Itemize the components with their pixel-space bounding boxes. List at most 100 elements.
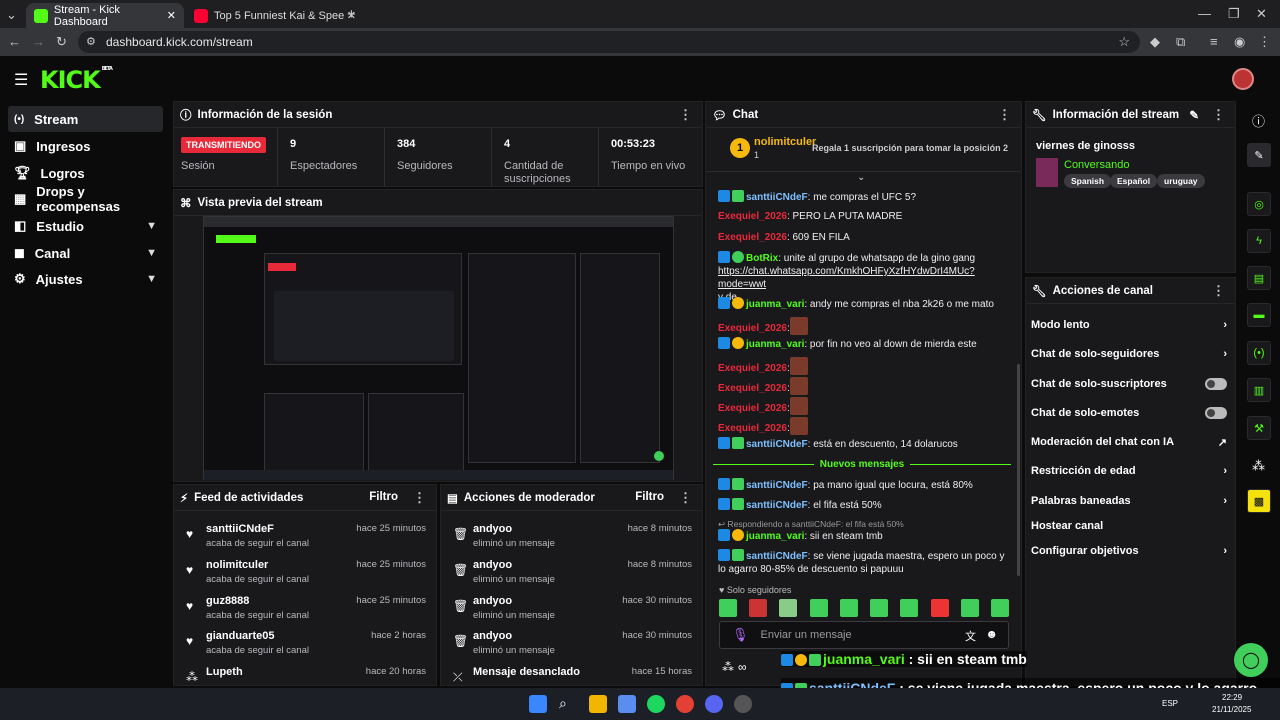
tab-youtube[interactable]: Top 5 Funniest Kai & Speed Mo ✕ <box>186 3 362 28</box>
profile-icon[interactable]: ◉ <box>1234 34 1245 50</box>
list-item[interactable]: ⤫ Mensaje desanclado hace 15 horas <box>441 662 702 685</box>
close-icon[interactable]: ✕ <box>167 9 176 22</box>
emote-button[interactable] <box>839 599 858 617</box>
emote-button[interactable] <box>990 599 1009 617</box>
maximize-icon[interactable]: ❐ <box>1228 6 1240 22</box>
kick-app-icon[interactable]: ◯ <box>1234 643 1268 677</box>
camera-icon[interactable]: ◎ <box>1247 192 1271 216</box>
kebab-menu-icon[interactable]: ⋮ <box>413 490 426 506</box>
edit-pencil-icon[interactable]: ✎ <box>1189 108 1199 122</box>
file-explorer-icon[interactable] <box>589 695 607 713</box>
sparkle-icon[interactable]: ⁂ <box>722 660 734 674</box>
back-icon[interactable]: ← <box>8 34 21 49</box>
filter-button[interactable]: Filtro <box>369 491 398 503</box>
list-item[interactable]: ♥ gianduarte05 acaba de seguir el canal hac… <box>174 626 436 662</box>
document-icon[interactable]: ▤ <box>1247 266 1271 290</box>
wrench-icon[interactable]: ⚒ <box>1247 416 1271 440</box>
sidebar-item-ingresos[interactable]: ▣ Ingresos <box>8 133 163 159</box>
discord-icon[interactable] <box>705 695 723 713</box>
sidebar-item-ajustes[interactable]: ⚙ Ajustes ▼ <box>8 266 163 292</box>
emote-button[interactable] <box>930 599 949 617</box>
start-icon[interactable] <box>529 695 547 713</box>
menu-icon[interactable]: ⋮ <box>1258 34 1271 50</box>
slow-mode-action[interactable]: Modo lento › <box>1031 319 1227 331</box>
emote-button[interactable] <box>779 599 798 617</box>
emote-button[interactable] <box>900 599 919 617</box>
chat-bubble-icon[interactable]: ▬ <box>1247 303 1271 327</box>
tag[interactable]: uruguay <box>1157 174 1205 188</box>
microphone-icon[interactable]: 🎙︎ <box>732 627 749 643</box>
chrome-icon[interactable] <box>676 695 694 713</box>
sparkle-icon[interactable]: ⁂ <box>1252 458 1265 474</box>
list-item[interactable]: 🗑︎ andyoo eliminó un mensaje hace 30 minuto… <box>441 591 702 627</box>
sidebar-item-logros[interactable]: 🏆︎ Logros <box>8 160 163 186</box>
kebab-menu-icon[interactable]: ⋮ <box>679 490 692 506</box>
sidebar-item-stream[interactable]: (•) Stream <box>8 106 163 132</box>
category-link[interactable]: Conversando <box>1064 159 1129 171</box>
translate-icon[interactable]: 文 <box>965 628 976 644</box>
info-icon[interactable]: ⓘ <box>1252 111 1265 130</box>
subscribers-only-toggle[interactable]: Chat de solo-suscriptores <box>1031 378 1227 390</box>
kebab-menu-icon[interactable]: ⋮ <box>1212 283 1225 299</box>
edit-pencil-icon[interactable]: ✎ <box>1247 143 1271 167</box>
new-tab-icon[interactable]: + <box>347 6 356 23</box>
banned-words-action[interactable]: Palabras baneadas › <box>1031 495 1227 507</box>
extension-icon[interactable]: ◆ <box>1150 34 1160 50</box>
chat-scrollbar[interactable] <box>1017 364 1020 576</box>
emote-button[interactable] <box>870 599 889 617</box>
kebab-menu-icon[interactable]: ⋮ <box>1212 107 1225 123</box>
goals-action[interactable]: Configurar objetivos › <box>1031 545 1227 557</box>
sidebar-item-canal[interactable]: ◼ Canal ▼ <box>8 240 163 266</box>
hamburger-menu-icon[interactable]: ☰ <box>14 70 28 90</box>
emoji-icon[interactable]: ☻ <box>985 627 998 641</box>
kick-logo[interactable]: KICK BETA <box>40 66 113 94</box>
list-item[interactable]: 🗑︎ andyoo eliminó un mensaje hace 30 minuto… <box>441 626 702 662</box>
toggle-switch[interactable] <box>1205 378 1227 390</box>
avatar[interactable] <box>1232 68 1254 90</box>
stream-preview-video[interactable] <box>203 216 674 480</box>
url-input[interactable]: ⚙ dashboard.kick.com/stream ☆ <box>78 31 1140 53</box>
reload-icon[interactable]: ↻ <box>56 34 67 50</box>
emote-button[interactable] <box>719 599 737 617</box>
minimize-icon[interactable]: — <box>1198 6 1211 21</box>
toggle-switch[interactable] <box>1205 407 1227 419</box>
ai-moderation-action[interactable]: Moderación del chat con IA ↗ <box>1031 436 1227 449</box>
emotes-only-toggle[interactable]: Chat de solo-emotes <box>1031 407 1227 419</box>
emote-button[interactable] <box>749 599 768 617</box>
chat-input[interactable]: 🎙︎ Enviar un mensaje 文 ☻ <box>719 621 1009 649</box>
keyboard-language[interactable]: ESP <box>1162 699 1178 708</box>
tab-search-icon[interactable]: ⌄ <box>6 7 17 23</box>
list-item[interactable]: 🗑︎ andyoo eliminó un mensaje hace 8 minutos <box>441 555 702 591</box>
clock-time[interactable]: 22:29 <box>1222 693 1242 702</box>
site-info-icon[interactable]: ⚙ <box>86 35 96 48</box>
lightning-icon[interactable]: ϟ <box>1247 229 1271 253</box>
list-item[interactable]: 🗑︎ andyoo eliminó un mensaje hace 8 minutos <box>441 519 702 555</box>
emote-button[interactable] <box>960 599 979 617</box>
obs-icon[interactable] <box>734 695 752 713</box>
followers-only-action[interactable]: Chat de solo-seguidores › <box>1031 348 1227 360</box>
tab-kick-dashboard[interactable]: Stream - Kick Dashboard ✕ <box>26 3 184 28</box>
sidebar-item-drops[interactable]: ▦ Drops y recompensas <box>8 184 163 214</box>
sidebar-item-estudio[interactable]: ◧ Estudio ▼ <box>8 213 163 239</box>
top-gifter-name[interactable]: nolimitculer <box>754 136 816 148</box>
host-channel-action[interactable]: Hostear canal <box>1031 520 1227 532</box>
spotify-icon[interactable] <box>647 695 665 713</box>
kebab-menu-icon[interactable]: ⋮ <box>998 107 1011 123</box>
tag[interactable]: Español <box>1110 174 1158 188</box>
new-messages-divider[interactable]: Nuevos mensajes <box>713 458 1011 470</box>
list-item[interactable]: ♥ nolimitculer acaba de seguir el canal hac… <box>174 555 436 591</box>
clock-date[interactable]: 21/11/2025 <box>1212 705 1251 714</box>
puzzle-icon[interactable]: ⧉ <box>1176 34 1185 50</box>
whatsapp-link[interactable]: https://chat.whatsapp.com/KmkhOHFyXzfHYd… <box>718 266 975 290</box>
filter-button[interactable]: Filtro <box>635 491 664 503</box>
kebab-menu-icon[interactable]: ⋮ <box>679 107 692 123</box>
gift-sub-prompt[interactable]: Regala 1 suscripción para tomar la posic… <box>812 143 1008 153</box>
emote-button[interactable] <box>809 599 828 617</box>
window-close-icon[interactable]: ✕ <box>1256 6 1267 22</box>
bookmark-star-icon[interactable]: ☆ <box>1118 34 1130 50</box>
store-icon[interactable] <box>618 695 636 713</box>
list-item[interactable]: ♥ santtiiCNdeF acaba de seguir el canal hac… <box>174 519 436 555</box>
list-item[interactable]: ⁂ Lupeth hace 20 horas <box>174 662 436 685</box>
collapse-icon[interactable]: ⌄ <box>857 172 865 183</box>
clapper-icon[interactable]: ▩ <box>1247 489 1271 513</box>
